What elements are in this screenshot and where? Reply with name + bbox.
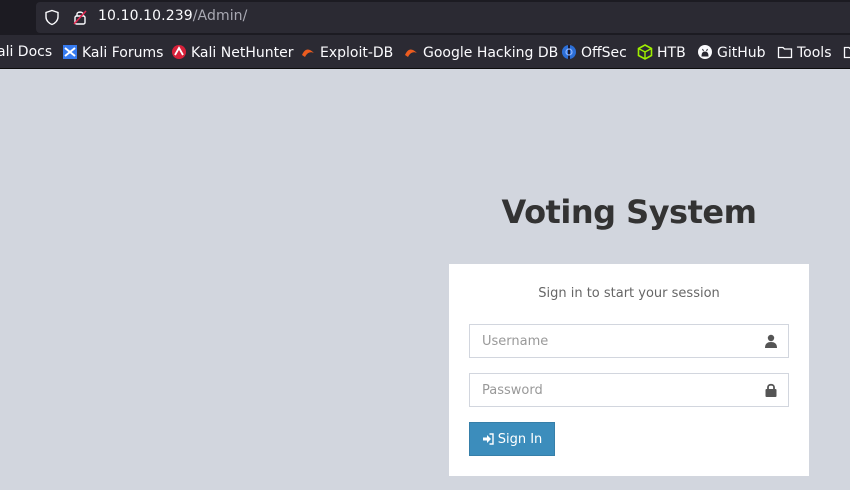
ghdb-icon [405, 49, 417, 57]
password-field [469, 373, 789, 407]
bookmark-label: Kali Forums [82, 45, 164, 61]
nethunter-icon [172, 45, 186, 59]
lock-icon [765, 383, 777, 397]
bookmark-label: OffSec [581, 45, 627, 61]
github-icon [698, 45, 712, 59]
url-bar[interactable]: 10.10.10.239/Admin/ [36, 2, 850, 33]
shield-icon[interactable] [44, 9, 60, 26]
htb-icon [637, 44, 653, 60]
sign-in-label: Sign In [497, 431, 543, 447]
username-input[interactable] [470, 325, 760, 357]
bookmark-label: Google Hacking DB [423, 45, 559, 61]
bookmark-overflow-folder[interactable] [843, 44, 850, 62]
bookmark-github[interactable]: GitHub [697, 44, 766, 62]
bookmark-htb[interactable]: HTB [637, 44, 686, 62]
insecure-lock-icon[interactable] [72, 9, 88, 26]
bookmark-kali-docs[interactable]: ali Docs [0, 44, 52, 62]
folder-icon [843, 46, 850, 59]
user-icon [765, 334, 777, 348]
folder-icon [777, 46, 793, 59]
bookmark-label: HTB [657, 45, 686, 61]
login-box-message: Sign in to start your session [538, 286, 720, 301]
exploit-db-icon [302, 49, 314, 57]
sign-in-button[interactable]: Sign In [469, 422, 555, 456]
bookmark-kali-forums[interactable]: Kali Forums [62, 44, 163, 62]
bookmark-offsec[interactable]: OffSec [561, 44, 627, 62]
url-path: /Admin/ [192, 8, 248, 24]
bookmark-kali-nethunter[interactable]: Kali NetHunter [171, 44, 293, 62]
browser-navbar: 10.10.10.239/Admin/ [0, 0, 850, 35]
url-text[interactable]: 10.10.10.239/Admin/ [98, 8, 247, 24]
bookmark-label: Exploit-DB [320, 45, 394, 61]
bookmark-label: Tools [797, 45, 832, 61]
offsec-icon [562, 45, 576, 59]
bookmark-exploit-db[interactable]: Exploit-DB [300, 44, 393, 62]
bookmark-label: Kali NetHunter [191, 45, 294, 61]
bookmark-label: GitHub [717, 45, 766, 61]
password-input[interactable] [470, 374, 760, 406]
url-host: 10.10.10.239 [98, 8, 193, 24]
kali-forums-icon [63, 45, 77, 59]
login-box: Sign in to start your session Sign In [449, 264, 809, 476]
bookmarks-toolbar: ali Docs Kali Forums Kali NetHunter Expl… [0, 35, 850, 69]
bookmark-google-hacking-db[interactable]: Google Hacking DB [403, 44, 558, 62]
sign-in-icon [482, 433, 494, 445]
bookmark-label: ali Docs [0, 44, 53, 60]
page-title: Voting System [501, 193, 757, 231]
username-field [469, 324, 789, 358]
bookmark-tools-folder[interactable]: Tools [777, 44, 832, 62]
